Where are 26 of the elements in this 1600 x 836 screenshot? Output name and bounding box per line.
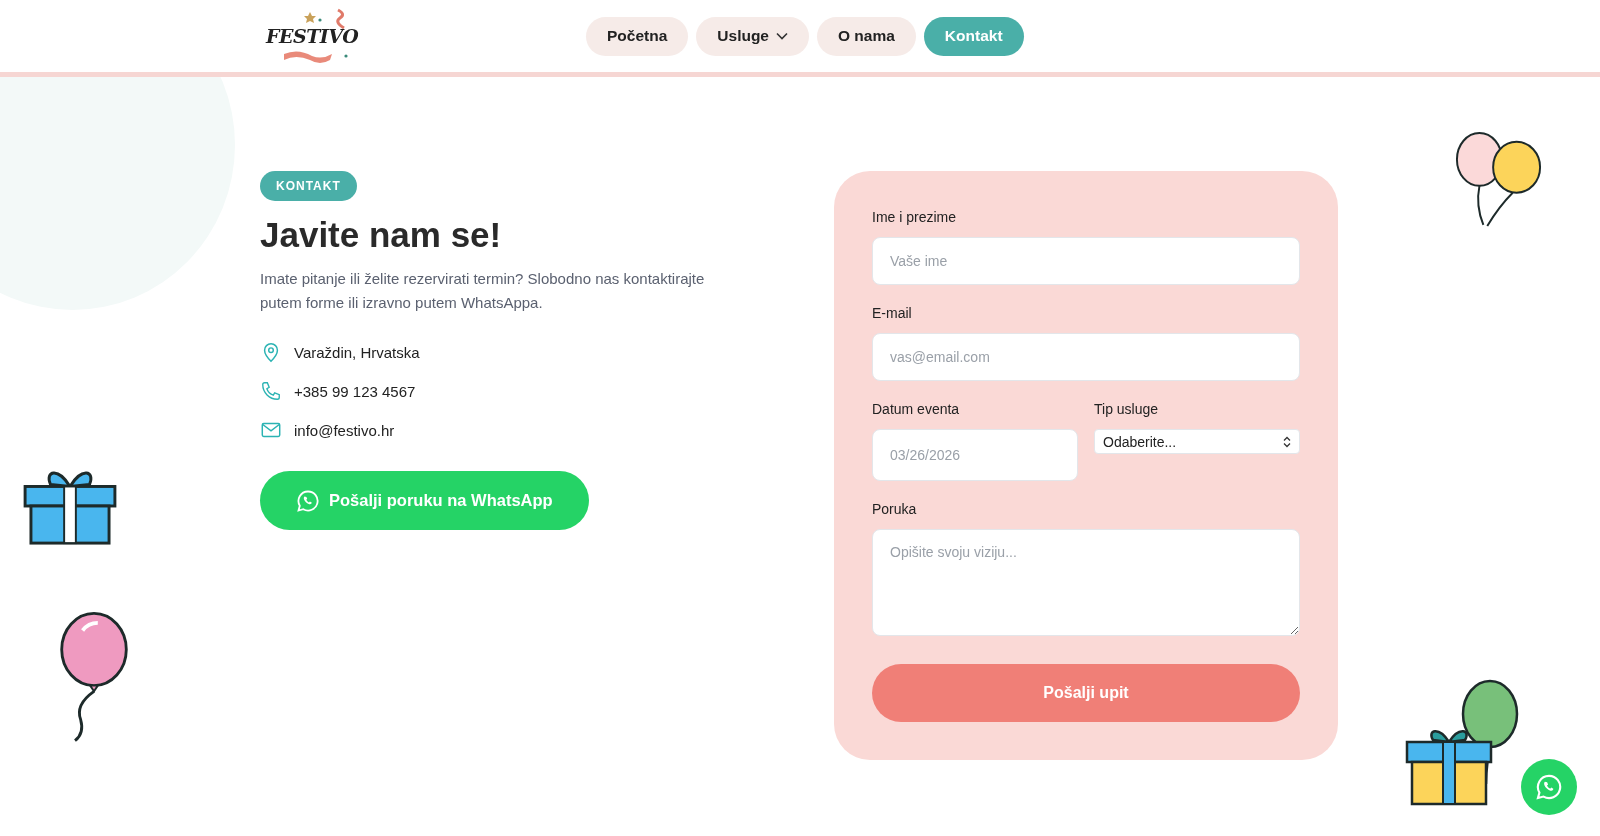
intro-text: Imate pitanje ili želite rezervirati termin? Slobodno nas kontaktirajte putem forme ili izravno putem WhatsAppa. [260, 269, 706, 313]
whatsapp-floating-button[interactable] [1521, 759, 1577, 815]
message-textarea[interactable]: Opišite svoju viziju... [872, 529, 1300, 636]
field-label: Datum eventa [872, 401, 961, 417]
logo[interactable]: FESTIVO [266, 6, 356, 66]
contact-text: Varaždin, Hrvatska [294, 343, 420, 361]
contact-text: info@festivo.hr [294, 421, 395, 439]
name-input[interactable]: Vaše ime [872, 237, 1300, 285]
phone-icon [260, 380, 282, 402]
field-label: E-mail [872, 305, 913, 321]
whatsapp-icon [1535, 773, 1563, 801]
contact-text: +385 99 123 4567 [294, 382, 416, 400]
email-input[interactable]: vas@email.com [872, 333, 1300, 381]
nav-tab[interactable]: Početna [586, 16, 689, 56]
field-label: Ime i prezime [872, 209, 958, 225]
date-input[interactable]: 03/26/2026 [872, 429, 1078, 481]
whatsapp-icon [296, 488, 320, 513]
up-down-arrows-icon [1283, 435, 1291, 448]
section-badge: KONTAKT [260, 171, 357, 201]
nav-tab[interactable]: O nama [817, 16, 916, 56]
service-select[interactable]: Odaberite... [1094, 429, 1300, 454]
page-heading: Javite nam se! [260, 215, 502, 255]
chevron-down-icon [776, 32, 788, 40]
nav-tab[interactable]: Usluge [696, 16, 809, 56]
field-label: Poruka [872, 501, 918, 517]
field-label: Tip usluge [1094, 401, 1160, 417]
